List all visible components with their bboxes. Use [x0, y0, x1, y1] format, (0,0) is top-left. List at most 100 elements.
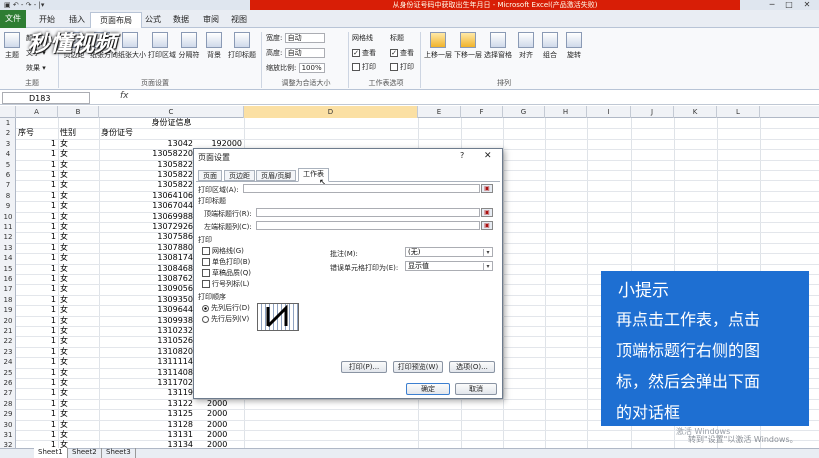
cell-id-tail[interactable]: 2000	[205, 399, 243, 409]
bring-forward-button[interactable]: 上移一层	[424, 32, 452, 60]
cell-serial[interactable]: 1	[16, 316, 58, 326]
align-button[interactable]: 对齐	[516, 32, 536, 60]
cell-id[interactable]: 13064106	[99, 191, 195, 201]
cell-gender[interactable]: 女	[58, 326, 99, 336]
gridlines-view[interactable]: ✓ 查看	[352, 48, 376, 58]
cell-gender[interactable]: 女	[58, 284, 99, 294]
row-header[interactable]: 25	[0, 368, 16, 378]
row-header[interactable]: 19	[0, 305, 16, 315]
cell-gender[interactable]: 女	[58, 201, 99, 211]
collapse-range-icon[interactable]: ▣	[481, 208, 493, 217]
scale-input[interactable]: 100%	[298, 63, 325, 73]
column-header-f[interactable]: F	[461, 106, 503, 118]
cell-serial[interactable]: 1	[16, 180, 58, 190]
cell-id[interactable]: 1309938	[99, 316, 195, 326]
cell-gender[interactable]: 女	[58, 347, 99, 357]
cell-serial[interactable]: 1	[16, 420, 58, 430]
cell-id-tail[interactable]: 2000	[205, 409, 243, 419]
cell-gender[interactable]: 女	[58, 212, 99, 222]
dialog-tab-header-footer[interactable]: 页眉/页脚	[256, 170, 297, 181]
select-all-corner[interactable]	[0, 106, 16, 118]
cell-gender[interactable]: 女	[58, 336, 99, 346]
collapse-range-icon[interactable]: ▣	[481, 184, 493, 193]
cell-gender[interactable]: 女	[58, 160, 99, 170]
collapse-range-icon[interactable]: ▣	[481, 221, 493, 230]
cell-serial[interactable]: 1	[16, 430, 58, 440]
cell-gender[interactable]: 女	[58, 180, 99, 190]
cell-serial[interactable]: 1	[16, 284, 58, 294]
cell-gender[interactable]: 女	[58, 316, 99, 326]
row-header[interactable]: 11	[0, 222, 16, 232]
quick-access-toolbar[interactable]: ▣ ↶ - ↷ - |▾	[4, 0, 44, 10]
selection-pane-button[interactable]: 选择窗格	[484, 32, 512, 60]
cell-b2[interactable]: 性别	[58, 128, 99, 138]
column-header-j[interactable]: J	[631, 106, 674, 118]
headings-view[interactable]: ✓ 查看	[390, 48, 414, 58]
row-header[interactable]: 1	[0, 118, 16, 128]
theme-button[interactable]: 主题	[3, 32, 21, 60]
cell-serial[interactable]: 1	[16, 160, 58, 170]
print-area-input[interactable]	[243, 184, 480, 193]
row-header[interactable]: 17	[0, 284, 16, 294]
cell-id[interactable]: 13119	[99, 388, 195, 398]
cell-serial[interactable]: 1	[16, 368, 58, 378]
cell-id[interactable]: 1308762	[99, 274, 195, 284]
tab-data[interactable]: 数据	[164, 12, 198, 28]
row-header[interactable]: 23	[0, 347, 16, 357]
row-header[interactable]: 22	[0, 336, 16, 346]
cell-c1[interactable]: 身份证信息	[99, 118, 244, 128]
cell-serial[interactable]: 1	[16, 388, 58, 398]
checkbox-icon[interactable]	[202, 258, 210, 266]
dialog-tab-page[interactable]: 页面	[198, 170, 222, 181]
cell-id[interactable]: 1305822	[99, 170, 195, 180]
cell-serial[interactable]: 1	[16, 139, 58, 149]
cell-gender[interactable]: 女	[58, 232, 99, 242]
options-button[interactable]: 选项(O)...	[449, 361, 495, 373]
column-header-k[interactable]: K	[674, 106, 717, 118]
tab-file[interactable]: 文件	[0, 10, 26, 28]
cell-id[interactable]: 1307880	[99, 243, 195, 253]
cell-gender[interactable]: 女	[58, 222, 99, 232]
fx-icon[interactable]: fx	[120, 91, 129, 101]
cell-gender[interactable]: 女	[58, 253, 99, 263]
cell-id[interactable]: 1305822	[99, 160, 195, 170]
cell-serial[interactable]: 1	[16, 336, 58, 346]
cell-gender[interactable]: 女	[58, 149, 99, 159]
cell-gender[interactable]: 女	[58, 139, 99, 149]
cell-gender[interactable]: 女	[58, 243, 99, 253]
errors-select[interactable]: 显示值 ▾	[405, 261, 493, 271]
cell-gender[interactable]: 女	[58, 409, 99, 419]
row-header[interactable]: 7	[0, 180, 16, 190]
maximize-button[interactable]: □	[781, 0, 797, 10]
cell-id[interactable]: 1309644	[99, 305, 195, 315]
cell-gender[interactable]: 女	[58, 305, 99, 315]
rotate-button[interactable]: 旋转	[564, 32, 584, 60]
cell-id[interactable]: 1310232	[99, 326, 195, 336]
row-header[interactable]: 4	[0, 149, 16, 159]
cell-id[interactable]: 1311408	[99, 368, 195, 378]
theme-effects[interactable]: 效果 ▾	[26, 63, 46, 73]
cell-id[interactable]: 1307586	[99, 232, 195, 242]
row-header[interactable]: 6	[0, 170, 16, 180]
cell-id[interactable]: 1311702	[99, 378, 195, 388]
left-cols-input[interactable]	[256, 221, 480, 230]
cell-serial[interactable]: 1	[16, 305, 58, 315]
cell-gender[interactable]: 女	[58, 399, 99, 409]
row-header[interactable]: 10	[0, 212, 16, 222]
print-button[interactable]: 打印(P)...	[341, 361, 387, 373]
row-header[interactable]: 16	[0, 274, 16, 284]
column-header-d[interactable]: D	[244, 106, 418, 118]
cell-serial[interactable]: 1	[16, 191, 58, 201]
checkbox-checked-icon[interactable]: ✓	[352, 49, 360, 57]
width-select[interactable]: 自动	[284, 33, 325, 43]
checkbox-icon[interactable]	[202, 247, 210, 255]
cell-serial[interactable]: 1	[16, 149, 58, 159]
row-header[interactable]: 2	[0, 128, 16, 138]
cell-gender[interactable]: 女	[58, 191, 99, 201]
column-header-l[interactable]: L	[717, 106, 760, 118]
dialog-tab-margins[interactable]: 页边距	[224, 170, 255, 181]
cell-id[interactable]: 1310820	[99, 347, 195, 357]
cell-id[interactable]: 13067044	[99, 201, 195, 211]
draft-option[interactable]: 草稿品质(Q)	[202, 268, 251, 278]
close-button[interactable]: ✕	[799, 0, 815, 10]
